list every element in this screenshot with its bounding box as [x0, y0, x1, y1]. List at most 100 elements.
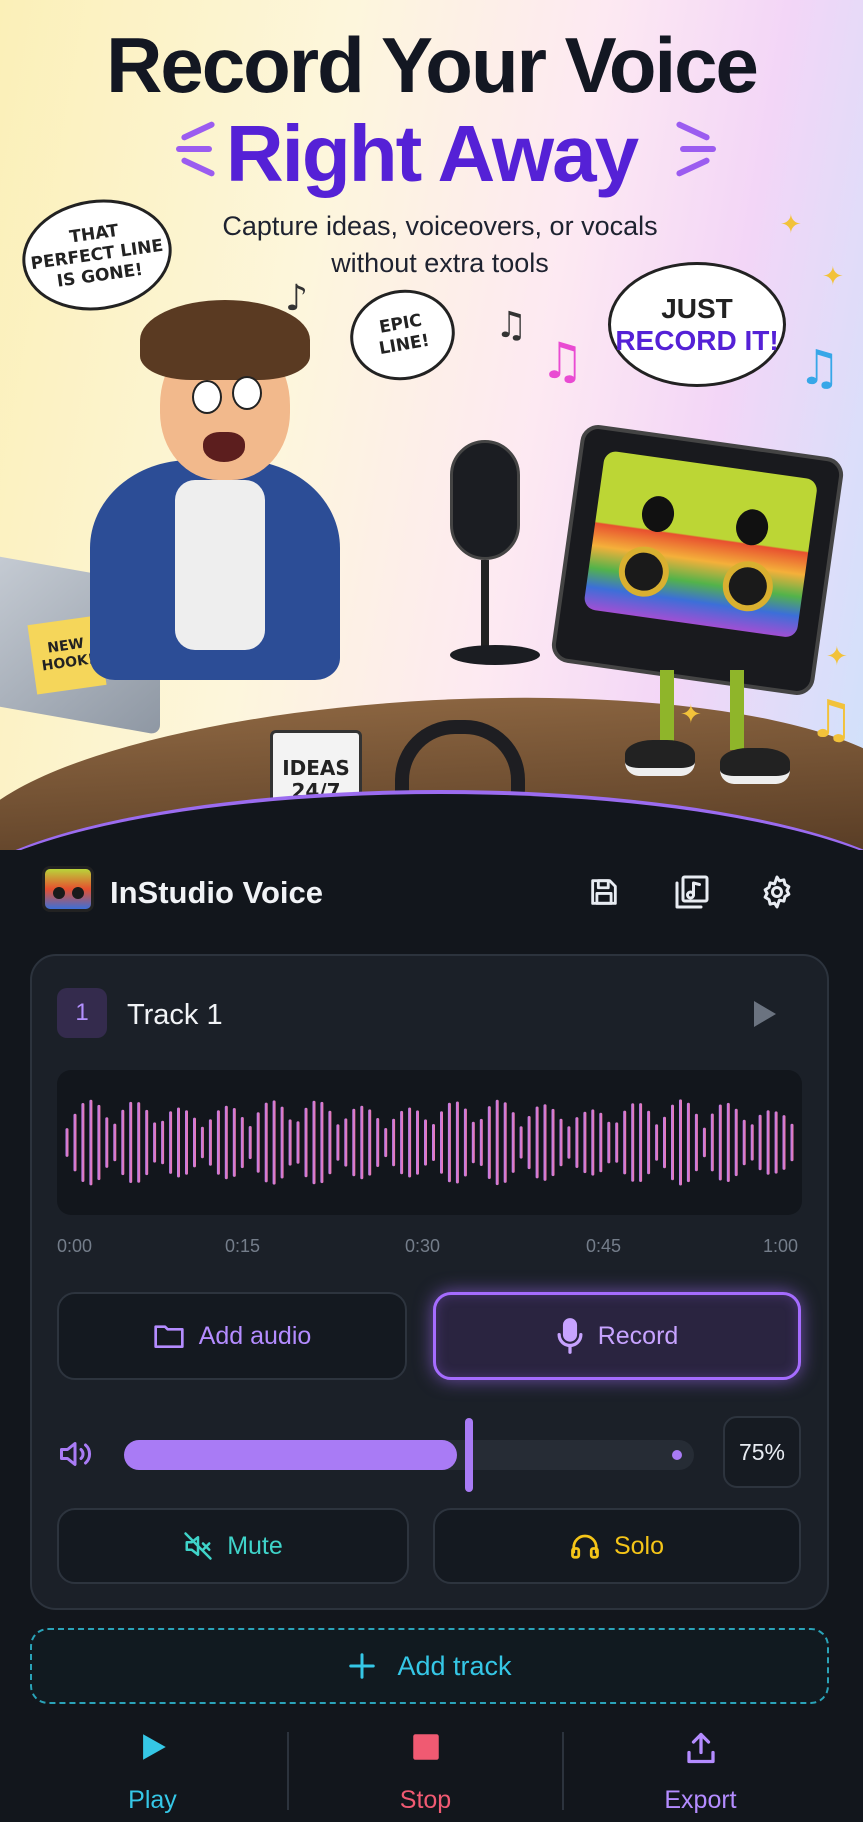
waveform-bar — [224, 1105, 228, 1180]
track-name[interactable]: Track 1 — [127, 999, 223, 1032]
logo-reel — [53, 887, 65, 899]
waveform-bar — [782, 1115, 786, 1170]
track-play-icon[interactable] — [754, 1001, 776, 1027]
waveform-bar — [256, 1112, 260, 1173]
waveform-bar — [376, 1118, 380, 1167]
hero-subtitle: Capture ideas, voiceovers, or vocals wit… — [160, 208, 720, 282]
waveform-bar — [718, 1104, 722, 1181]
add-audio-button[interactable]: Add audio — [57, 1292, 407, 1380]
waveform-bar — [503, 1102, 507, 1183]
sparkle-icon: ✦ — [826, 642, 848, 672]
waveform-bar — [527, 1116, 531, 1170]
add-audio-label: Add audio — [198, 1321, 312, 1350]
cassette-reel — [615, 543, 673, 600]
export-button[interactable]: Export — [563, 1718, 838, 1822]
waveform-bar — [440, 1111, 443, 1174]
waveform-bar — [591, 1109, 595, 1176]
waveform-bar — [726, 1102, 730, 1182]
timeline-tick: 0:45 — [586, 1236, 622, 1256]
add-track-button[interactable]: Add track — [30, 1628, 829, 1704]
play-button[interactable]: Play — [15, 1718, 290, 1822]
mascot-shoe — [720, 748, 790, 784]
waveform-bar — [280, 1106, 284, 1179]
person-mouth — [203, 432, 245, 462]
waveform-bar — [208, 1119, 212, 1166]
sparkle-icon: ✦ — [822, 262, 844, 292]
hero-subtitle-line: Capture ideas, voiceovers, or vocals — [222, 211, 658, 241]
volume-slider-thumb[interactable] — [465, 1418, 473, 1492]
hero-subtitle-line: without extra tools — [331, 248, 549, 278]
person-shirt — [175, 480, 265, 650]
waveform-bar — [599, 1112, 603, 1173]
waveform-bar — [455, 1101, 459, 1184]
waveform-bar — [344, 1118, 348, 1167]
waveform-bar — [121, 1109, 125, 1176]
waveform-bar — [81, 1103, 85, 1182]
solo-button[interactable]: Solo — [433, 1508, 801, 1584]
mute-label: Mute — [227, 1531, 283, 1560]
waveform-bar — [288, 1119, 292, 1166]
waveform-bar — [352, 1108, 356, 1177]
bubble-text: RECORD IT! — [615, 324, 779, 356]
waveform-bar — [766, 1110, 770, 1175]
waveform-bar — [567, 1126, 571, 1159]
waveform-bar — [137, 1102, 141, 1183]
waveform-bar — [272, 1100, 276, 1185]
track-number-badge: 1 — [57, 988, 107, 1038]
waveform-bar — [655, 1124, 659, 1161]
waveform-bar — [511, 1112, 515, 1173]
mascot-eye — [639, 494, 677, 535]
waveform-bar — [169, 1111, 173, 1174]
waveform[interactable] — [57, 1070, 802, 1215]
waveform-bar — [328, 1110, 332, 1175]
waveform-bar — [487, 1106, 491, 1179]
stop-icon — [412, 1734, 439, 1760]
stop-button[interactable]: Stop — [288, 1718, 563, 1822]
waveform-bar — [583, 1111, 587, 1174]
waveform-bar — [750, 1124, 754, 1161]
cassette-reel — [719, 558, 777, 615]
timeline-tick: 1:00 — [763, 1236, 799, 1256]
volume-slider-fill — [124, 1440, 457, 1470]
waveform-bar — [639, 1103, 643, 1182]
record-button[interactable]: Record — [433, 1292, 801, 1380]
mute-button[interactable]: Mute — [57, 1508, 409, 1584]
mic-stand — [481, 560, 489, 650]
waveform-bar — [193, 1117, 196, 1168]
waveform-bar — [679, 1099, 682, 1186]
microphone-icon — [450, 440, 520, 560]
waveform-bar — [320, 1101, 324, 1184]
waveform-bar — [702, 1127, 706, 1158]
mute-icon — [184, 1532, 212, 1560]
cassette-mascot — [549, 422, 846, 698]
waveform-bar — [519, 1126, 523, 1159]
hero-title: Record Your Voice — [106, 21, 759, 109]
waveform-bar — [559, 1118, 563, 1167]
person-hair — [140, 300, 310, 380]
waveform-bar — [686, 1102, 690, 1183]
speech-bubble-epic: EPIC LINE! — [342, 281, 463, 389]
waveform-bar — [471, 1121, 475, 1164]
speech-bubble-gone: THAT PERFECT LINE IS GONE! — [15, 190, 179, 320]
waveform-bar — [384, 1128, 388, 1158]
waveform-bar — [663, 1116, 666, 1169]
waveform-bar — [129, 1101, 133, 1183]
waveform-bar — [113, 1123, 117, 1162]
save-icon[interactable] — [584, 872, 624, 912]
app-header: InStudio Voice — [0, 850, 863, 940]
track-card: 1 Track 1 0:00 0:15 0:30 0:45 1:00 Add a… — [30, 954, 829, 1610]
waveform-bar — [400, 1110, 404, 1175]
solo-label: Solo — [613, 1531, 665, 1560]
waveform-bar — [463, 1108, 467, 1177]
cassette-face — [583, 450, 819, 639]
music-library-icon[interactable] — [672, 872, 712, 912]
volume-icon[interactable] — [57, 1436, 93, 1472]
play-icon — [142, 1734, 166, 1760]
waveform-bar — [447, 1102, 451, 1183]
waveform-bar — [647, 1110, 651, 1175]
hero-title-highlight: Right Away — [225, 109, 639, 198]
export-icon — [686, 1732, 715, 1764]
waveform-bar — [416, 1110, 419, 1175]
settings-gear-icon[interactable] — [757, 872, 797, 912]
volume-slider[interactable] — [124, 1418, 694, 1492]
